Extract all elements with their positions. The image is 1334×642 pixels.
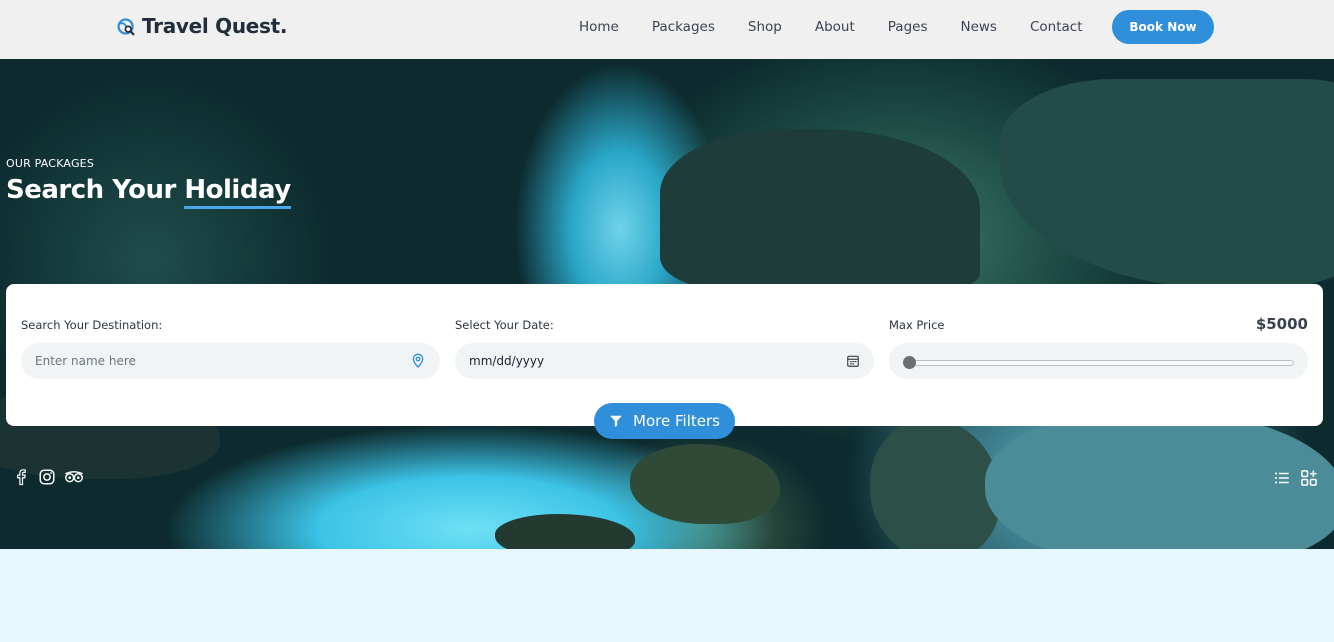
date-input[interactable]: mm/dd/yyyy <box>455 343 874 379</box>
site-header: Travel Quest. Home Packages Shop About P… <box>0 0 1334 59</box>
tripadvisor-icon[interactable] <box>64 468 84 486</box>
rock-decoration <box>1000 79 1334 289</box>
date-label: Select Your Date: <box>455 318 554 332</box>
more-filters-label: More Filters <box>633 412 720 430</box>
page-title: Search Your Holiday <box>6 175 291 209</box>
nav-packages[interactable]: Packages <box>652 19 715 35</box>
more-filters-button[interactable]: More Filters <box>594 403 735 439</box>
rock-decoration <box>660 129 980 289</box>
destination-input[interactable]: Enter name here <box>21 343 440 379</box>
destination-label: Search Your Destination: <box>21 318 163 332</box>
rock-decoration <box>495 514 635 549</box>
facebook-icon[interactable] <box>12 468 30 486</box>
rock-decoration <box>870 419 1000 549</box>
nav-shop[interactable]: Shop <box>748 19 782 35</box>
list-view-icon[interactable] <box>1273 469 1291 487</box>
grid-add-icon[interactable] <box>1300 469 1318 487</box>
slider-track[interactable] <box>909 360 1294 366</box>
globe-search-icon <box>117 17 135 35</box>
nav-pages[interactable]: Pages <box>888 19 928 35</box>
nav-news[interactable]: News <box>960 19 996 35</box>
brand-name: Travel Quest. <box>142 14 288 38</box>
filter-icon <box>610 415 622 427</box>
section-eyebrow: OUR PACKAGES <box>6 157 94 170</box>
nav-about[interactable]: About <box>815 19 855 35</box>
main-nav: Home Packages Shop About Pages News Cont… <box>579 19 1116 35</box>
destination-placeholder: Enter name here <box>35 354 136 368</box>
rock-decoration <box>630 444 780 524</box>
slider-handle[interactable] <box>903 356 916 369</box>
date-value: mm/dd/yyyy <box>469 354 545 368</box>
max-price-label: Max Price <box>889 318 945 332</box>
instagram-icon[interactable] <box>38 468 56 486</box>
brand-logo[interactable]: Travel Quest. <box>116 14 288 38</box>
content-area <box>0 549 1334 642</box>
title-highlight: Holiday <box>184 175 291 209</box>
nav-home[interactable]: Home <box>579 19 619 35</box>
max-price-value: $5000 <box>1255 315 1308 333</box>
calendar-icon[interactable] <box>846 354 860 368</box>
book-now-button[interactable]: Book Now <box>1112 10 1214 44</box>
nav-contact[interactable]: Contact <box>1030 19 1083 35</box>
map-pin-icon <box>412 353 424 368</box>
title-start: Search Your <box>6 175 185 205</box>
price-slider[interactable] <box>889 343 1308 379</box>
hero-banner: OUR PACKAGES Search Your Holiday Search … <box>0 59 1334 549</box>
